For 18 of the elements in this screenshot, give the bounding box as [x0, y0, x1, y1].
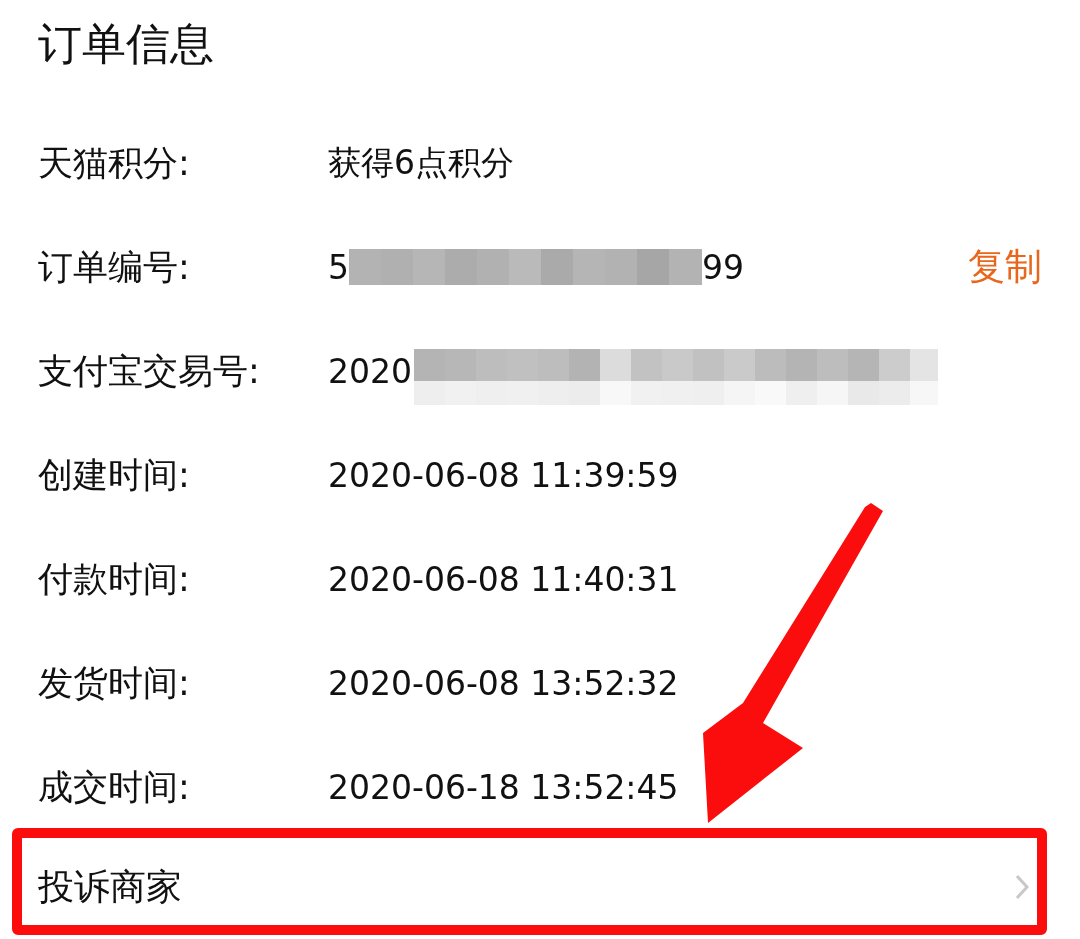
field-value: 2020-06-08 11:39:59 [328, 455, 679, 495]
field-label: 订单编号: [38, 245, 191, 289]
section-title: 订单信息 [38, 17, 215, 71]
field-value: 2020-06-08 11:40:31 [328, 559, 679, 599]
field-value-start: 2020 [328, 351, 412, 391]
field-label: 支付宝交易号: [38, 349, 261, 393]
field-label: 成交时间: [38, 765, 191, 809]
field-label: 天猫积分: [38, 141, 191, 185]
field-value: 2020-06-18 13:52:45 [328, 767, 679, 807]
field-label: 发货时间: [38, 661, 191, 705]
field-value-end: 99 [702, 247, 744, 287]
complaint-link[interactable]: 投诉商家 [38, 862, 182, 912]
field-label: 付款时间: [38, 557, 191, 601]
field-value: 获得6点积分 [328, 141, 514, 184]
field-value-start: 5 [328, 247, 349, 287]
field-value: 2020-06-08 13:52:32 [328, 663, 679, 703]
field-label: 创建时间: [38, 453, 191, 497]
chevron-right-icon [1014, 873, 1030, 901]
